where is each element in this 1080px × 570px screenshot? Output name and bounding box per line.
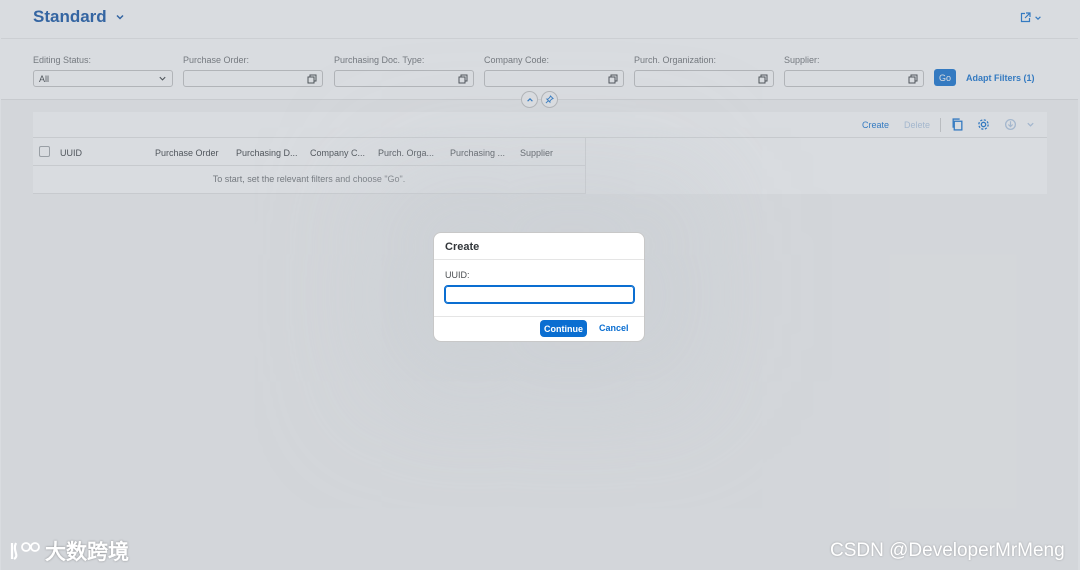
uuid-label: UUID: bbox=[445, 270, 470, 280]
uuid-input[interactable] bbox=[444, 285, 635, 304]
create-dialog: Create UUID: Continue Cancel bbox=[433, 232, 645, 342]
cancel-button[interactable]: Cancel bbox=[599, 323, 629, 333]
dialog-footer-divider bbox=[434, 316, 644, 317]
watermark-right: CSDN @DeveloperMrMeng bbox=[830, 540, 1065, 561]
dialog-header-divider bbox=[434, 259, 644, 260]
watermark-left-text: 大数跨境 bbox=[45, 541, 129, 564]
dialog-title: Create bbox=[445, 241, 480, 253]
watermark-left: 大数跨境 bbox=[8, 536, 129, 566]
continue-button[interactable]: Continue bbox=[540, 320, 587, 337]
logo-icon bbox=[10, 542, 40, 560]
